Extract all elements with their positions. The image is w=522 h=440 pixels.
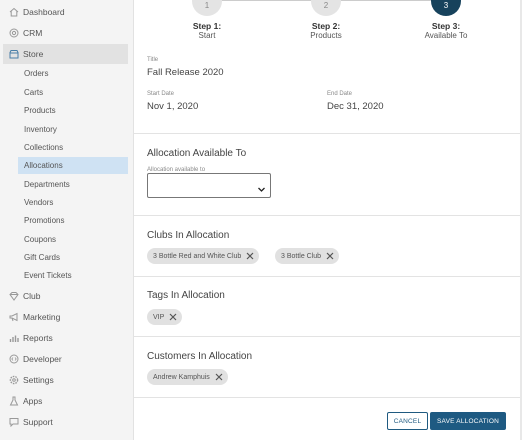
sidebar-subitem-carts[interactable]: Carts (18, 84, 128, 101)
title-label: Title (147, 57, 159, 63)
sidebar-item-crm[interactable]: CRM (0, 23, 133, 43)
sidebar-item-support[interactable]: Support (0, 412, 133, 432)
close-icon[interactable] (326, 252, 334, 260)
store-icon (8, 49, 19, 60)
sidebar-item-apps[interactable]: Apps (0, 391, 133, 411)
sidebar-item-developer[interactable]: Developer (0, 349, 133, 369)
sidebar-item-label: Marketing (23, 312, 61, 322)
step-3-subtitle: Available To (424, 31, 468, 40)
home-icon (8, 7, 19, 18)
sidebar-item-label: Store (23, 49, 44, 59)
sidebar-item-label: Support (23, 417, 53, 427)
flask-icon (8, 396, 19, 407)
chip-label: Andrew Kamphuis (153, 373, 210, 381)
sidebar-subitem-inventory[interactable]: Inventory (18, 121, 128, 138)
step-1-subtitle: Start (198, 31, 216, 40)
tags-heading: Tags In Allocation (147, 290, 225, 301)
club-chip: 3 Bottle Club (275, 248, 340, 264)
sidebar-item-label: Club (23, 291, 41, 301)
customers-heading: Customers In Allocation (147, 351, 253, 362)
section-divider (134, 133, 522, 134)
gear-icon (8, 375, 19, 386)
start-date-value: Nov 1, 2020 (147, 101, 199, 112)
sidebar-item-reports[interactable]: Reports (0, 328, 133, 348)
code-icon (8, 354, 19, 365)
sidebar-subitem-promotions[interactable]: Promotions (18, 212, 128, 229)
section-divider (134, 397, 522, 398)
target-icon (8, 28, 19, 39)
tag-chip: VIP (147, 309, 183, 325)
chip-label: VIP (153, 313, 165, 321)
diamond-icon (8, 291, 19, 302)
step-2-circle[interactable]: 2 (311, 0, 341, 16)
megaphone-icon (8, 312, 19, 323)
sidebar-item-label: Developer (23, 354, 62, 364)
close-icon[interactable] (169, 313, 177, 321)
step-3-circle[interactable]: 3 (431, 0, 461, 16)
section-divider (134, 336, 522, 337)
step-3-title: Step 3: (431, 21, 461, 31)
main-content: 1 Step 1: Start 2 Step 2: Products 3 Ste… (134, 0, 522, 440)
stepper-connector (222, 0, 319, 1)
sidebar-subitem-departments[interactable]: Departments (18, 176, 128, 193)
step-1-title: Step 1: (192, 21, 222, 31)
sidebar-item-store[interactable]: Store (3, 44, 128, 64)
bar-chart-icon (8, 333, 19, 344)
available-to-heading: Allocation Available To (147, 148, 247, 159)
sidebar-item-club[interactable]: Club (0, 286, 133, 306)
sidebar-item-label: Reports (23, 333, 53, 343)
chip-label: 3 Bottle Red and White Club (153, 252, 242, 260)
section-divider (134, 215, 522, 216)
available-to-select[interactable] (147, 173, 271, 198)
chip-label: 3 Bottle Club (281, 252, 322, 260)
sidebar-subitem-products[interactable]: Products (18, 102, 128, 119)
step-2-title: Step 2: (311, 21, 341, 31)
sidebar-subitem-coupons[interactable]: Coupons (18, 231, 128, 248)
customer-chip: Andrew Kamphuis (147, 369, 228, 385)
chat-icon (8, 417, 19, 428)
title-value: Fall Release 2020 (147, 67, 224, 78)
end-date-label: End Date (327, 91, 353, 97)
section-divider (134, 276, 522, 277)
sidebar-item-label: CRM (23, 28, 43, 38)
end-date-value: Dec 31, 2020 (327, 101, 384, 112)
club-chip: 3 Bottle Red and White Club (147, 248, 260, 264)
stepper-connector (341, 0, 441, 1)
close-icon[interactable] (246, 252, 254, 260)
sidebar: Dashboard CRM Store Orders Carts Product… (0, 0, 134, 440)
sidebar-item-label: Dashboard (23, 7, 65, 17)
save-allocation-button[interactable]: SAVE ALLOCATION (430, 412, 506, 430)
chevron-down-icon (257, 181, 266, 192)
step-2-subtitle: Products (310, 31, 342, 40)
close-icon[interactable] (215, 373, 223, 381)
sidebar-item-label: Settings (23, 375, 54, 385)
sidebar-item-settings[interactable]: Settings (0, 370, 133, 390)
sidebar-subitem-vendors[interactable]: Vendors (18, 194, 128, 211)
sidebar-subitem-gift-cards[interactable]: Gift Cards (18, 249, 128, 266)
cancel-button[interactable]: CANCEL (387, 412, 428, 430)
start-date-label: Start Date (147, 91, 175, 97)
sidebar-subitem-orders[interactable]: Orders (18, 65, 128, 82)
sidebar-item-label: Apps (23, 396, 43, 406)
sidebar-item-marketing[interactable]: Marketing (0, 307, 133, 327)
sidebar-subitem-allocations[interactable]: Allocations (18, 157, 128, 174)
sidebar-subitem-collections[interactable]: Collections (18, 139, 128, 156)
step-1-circle[interactable]: 1 (192, 0, 222, 16)
sidebar-subitem-event-tickets[interactable]: Event Tickets (18, 267, 128, 284)
clubs-heading: Clubs In Allocation (147, 230, 230, 241)
sidebar-item-dashboard[interactable]: Dashboard (0, 2, 133, 22)
